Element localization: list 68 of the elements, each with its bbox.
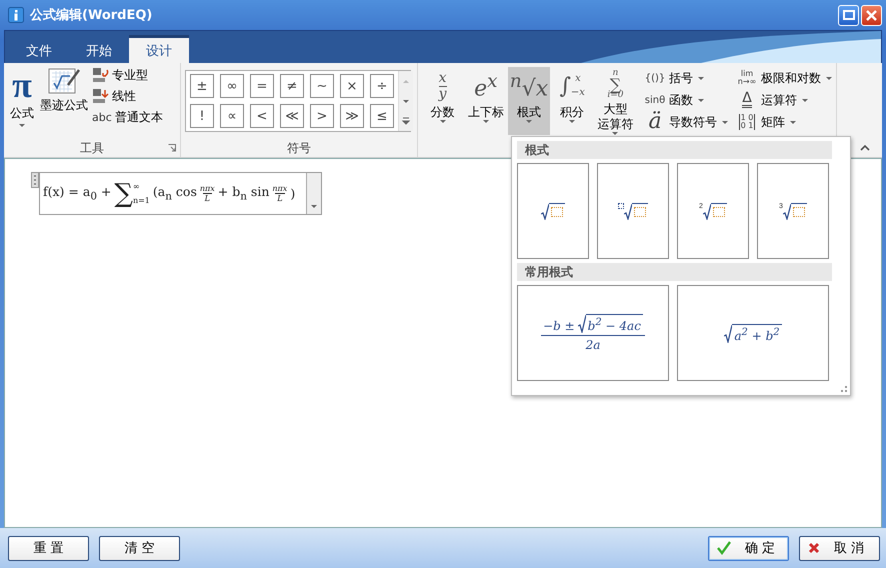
structure-button[interactable]: $^{n}$√x 根式 <box>508 67 550 135</box>
ink-formula-button[interactable]: 墨迹公式 <box>38 67 90 139</box>
structure-button[interactable]: x y 分数 <box>422 67 464 135</box>
curved-arrow-icon <box>92 67 109 84</box>
radical-sign-icon <box>782 204 791 220</box>
symbol-button[interactable]: > <box>310 104 334 128</box>
fraction: nπx L <box>200 184 215 203</box>
symbol-button[interactable]: ÷ <box>370 74 394 98</box>
equation-text: f(x) = a$_{0}$ + <box>43 184 112 203</box>
check-icon <box>717 541 731 555</box>
app-icon <box>8 7 24 23</box>
close-button[interactable] <box>861 4 882 26</box>
close-icon <box>866 10 877 20</box>
linear-button[interactable]: 线性 <box>92 88 163 105</box>
section-header: 根式 <box>517 141 832 159</box>
collapse-ribbon-icon[interactable] <box>860 144 870 151</box>
cancel-button[interactable]: 取 消 <box>799 536 880 560</box>
symbol-button[interactable]: ≤ <box>370 104 394 128</box>
footer-button[interactable]: 重 置 <box>8 536 89 560</box>
equation-text: (a$_{n}$ cos <box>152 184 197 203</box>
symbol-button[interactable]: ∝ <box>220 104 244 128</box>
section-header: 常用根式 <box>517 263 832 281</box>
formula-button[interactable]: π 公式 <box>8 67 36 139</box>
radical-template[interactable] <box>517 163 589 259</box>
symbol-button[interactable]: ≠ <box>280 74 304 98</box>
footer-button[interactable]: 清 空 <box>99 536 180 560</box>
professional-button[interactable]: 专业型 <box>92 67 163 84</box>
symbol-button[interactable]: < <box>250 104 274 128</box>
radical-sign-icon <box>541 204 549 220</box>
down-arrow-icon <box>92 88 109 105</box>
ok-button[interactable]: 确 定 <box>708 536 789 560</box>
symbol-button[interactable]: ≫ <box>340 104 364 128</box>
window-title: 公式编辑(WordEQ) <box>30 6 152 24</box>
radical-sign-icon <box>702 204 711 220</box>
ribbon-tab[interactable]: 开始 <box>69 38 129 63</box>
symbol-button[interactable]: ~ <box>310 74 334 98</box>
symbol-button[interactable]: ∞ <box>220 74 244 98</box>
pen-grid-icon <box>48 67 80 95</box>
structure-menu-button[interactable]: Δ 运算符 <box>736 89 832 111</box>
maximize-button[interactable] <box>838 4 859 26</box>
radical-sign-icon <box>724 324 732 342</box>
radical-sign-icon <box>624 204 632 220</box>
radical-template[interactable] <box>597 163 669 259</box>
group-label: 工具 <box>80 140 104 156</box>
equation-text: + b$_{n}$ sin <box>218 184 270 203</box>
structure-menu-button[interactable]: ä 导数符号 <box>644 111 728 133</box>
symbol-button[interactable]: × <box>340 74 364 98</box>
plain-text-button[interactable]: abc 普通文本 <box>92 109 163 126</box>
drag-handle-icon[interactable] <box>31 172 39 188</box>
symbol-button[interactable]: ! <box>190 104 214 128</box>
symbol-button[interactable]: = <box>250 74 274 98</box>
group-label: 符号 <box>287 140 311 156</box>
structure-menu-button[interactable]: {()} 括号 <box>644 67 728 89</box>
structure-button[interactable]: e$^{x}$ 上下标 <box>465 67 506 135</box>
structure-menu-button[interactable]: sinθ 函数 <box>644 89 728 111</box>
ribbon-tab[interactable]: 文件 <box>9 38 69 63</box>
symbol-button[interactable]: ≪ <box>280 104 304 128</box>
ribbon-tab[interactable]: 设计 <box>129 35 189 63</box>
fraction: nπx L <box>272 184 288 203</box>
dialog-launcher-icon[interactable] <box>168 144 176 152</box>
radical-template[interactable]: −b ± b$^{2}$ − 4ac 2a <box>517 285 669 381</box>
symbol-button[interactable]: ± <box>190 74 214 98</box>
maximize-icon <box>842 10 854 20</box>
equation-text: ) <box>290 186 296 201</box>
radical-sign-icon <box>578 315 586 333</box>
resize-grip-icon[interactable] <box>841 386 847 392</box>
close-icon <box>808 542 820 554</box>
radical-template[interactable]: a$^{2}$ + b$^{2}$ <box>677 285 829 381</box>
